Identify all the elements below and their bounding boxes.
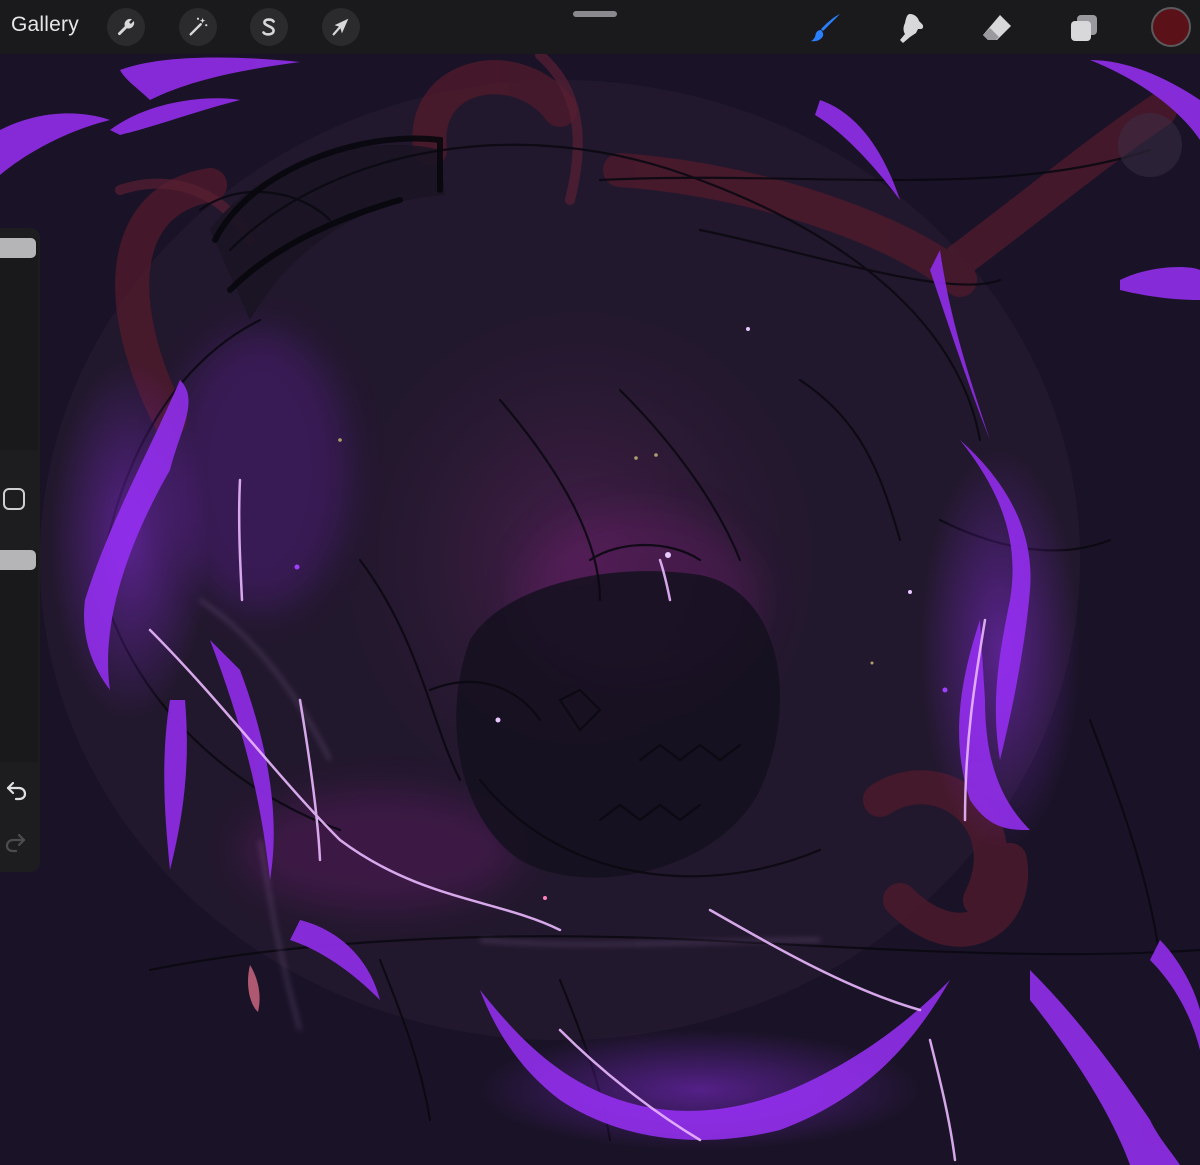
- brush-icon: [811, 14, 840, 42]
- arrow-cursor-icon: [332, 18, 349, 36]
- procreate-app: Gallery: [0, 0, 1200, 1165]
- redo-icon: [5, 833, 26, 853]
- left-sidebar: [0, 228, 40, 872]
- layers-icon: [1071, 15, 1097, 41]
- undo-icon: [6, 781, 27, 801]
- modify-button[interactable]: [3, 488, 25, 510]
- selection-button[interactable]: [250, 8, 288, 46]
- eraser-tool-button[interactable]: [977, 8, 1017, 48]
- redo-button[interactable]: [2, 828, 30, 856]
- color-picker-swatch[interactable]: [1151, 7, 1191, 47]
- brush-size-slider[interactable]: [0, 238, 38, 450]
- brush-opacity-slider[interactable]: [0, 550, 38, 762]
- layers-button[interactable]: [1064, 8, 1104, 48]
- actions-button[interactable]: [107, 8, 145, 46]
- smudge-tool-button[interactable]: [891, 8, 931, 48]
- smudge-finger-icon: [900, 14, 924, 43]
- magic-wand-icon: [189, 17, 208, 36]
- brush-opacity-thumb[interactable]: [0, 550, 36, 570]
- toolbar-grabber-handle[interactable]: [573, 11, 617, 17]
- adjustments-button[interactable]: [179, 8, 217, 46]
- brush-size-thumb[interactable]: [0, 238, 36, 258]
- artwork-svg: [0, 0, 1200, 1165]
- selection-s-icon: [262, 18, 275, 36]
- brush-tool-button[interactable]: [806, 8, 846, 48]
- wrench-icon: [117, 18, 135, 36]
- gallery-button[interactable]: Gallery: [11, 13, 79, 37]
- undo-button[interactable]: [2, 776, 30, 804]
- top-toolbar: Gallery: [0, 0, 1200, 54]
- transform-button[interactable]: [322, 8, 360, 46]
- eraser-icon: [983, 15, 1011, 40]
- drawing-canvas[interactable]: [0, 0, 1200, 1165]
